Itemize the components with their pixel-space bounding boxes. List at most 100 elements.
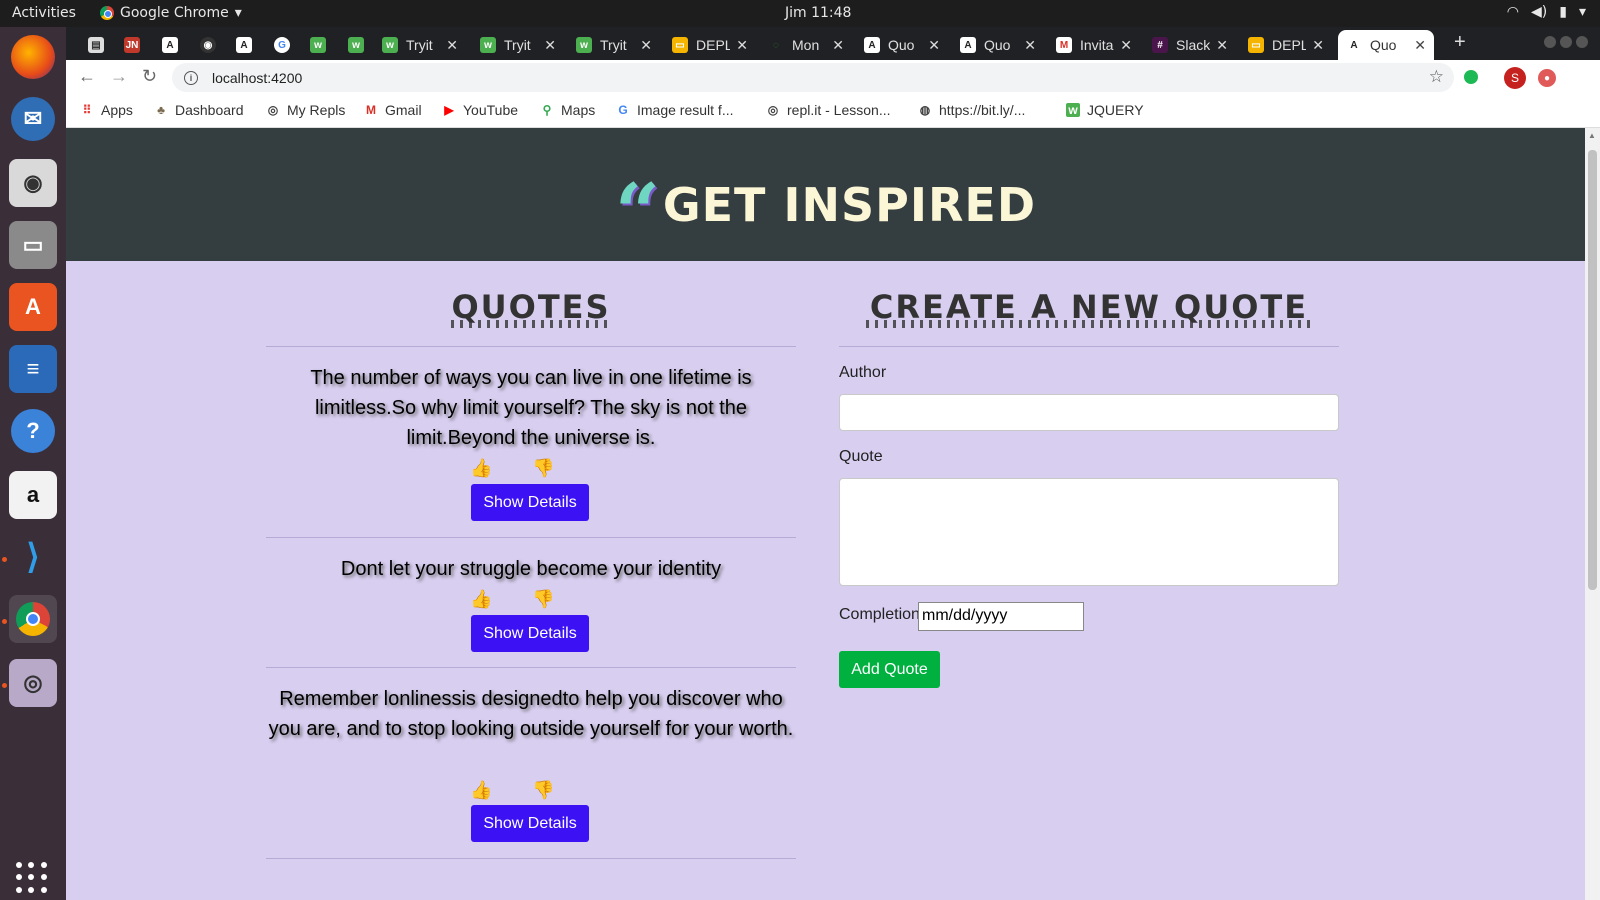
- chevron-down-icon: ▾: [1578, 4, 1586, 20]
- bookmark-dashboard[interactable]: ♣ Dashboard: [154, 102, 244, 118]
- chrome-dock-icon[interactable]: [9, 595, 57, 643]
- divider: [266, 537, 796, 538]
- thumbs-down-icon[interactable]: 👎: [532, 458, 554, 479]
- w3schools-icon: w: [480, 37, 496, 53]
- vscode-icon[interactable]: ⟩: [9, 533, 57, 581]
- google-icon: G: [618, 103, 628, 117]
- reload-icon[interactable]: ↻: [142, 66, 157, 87]
- amazon-icon[interactable]: a: [9, 471, 57, 519]
- close-icon[interactable]: ✕: [1312, 37, 1324, 54]
- tab-title: Quo: [1370, 37, 1397, 53]
- tab-active[interactable]: A Quo ✕: [1338, 30, 1434, 60]
- bookmark-jquery[interactable]: w JQUERY: [1066, 102, 1144, 118]
- thunderbird-icon[interactable]: ✉: [11, 97, 55, 141]
- scrollbar-thumb[interactable]: [1588, 150, 1597, 590]
- tab[interactable]: ▭ DEPL ✕: [1240, 30, 1332, 60]
- tab[interactable]: A: [154, 30, 184, 60]
- tab-title: Mon: [792, 37, 820, 53]
- minimize-icon[interactable]: [1544, 36, 1556, 48]
- tab[interactable]: w Tryit ✕: [568, 30, 660, 60]
- tab[interactable]: ◉: [192, 30, 222, 60]
- rhythmbox-icon[interactable]: ◉: [9, 159, 57, 207]
- angular-icon: A: [162, 37, 178, 53]
- author-input[interactable]: [839, 394, 1339, 431]
- tab[interactable]: w Tryit ✕: [374, 30, 466, 60]
- scroll-up-icon[interactable]: ▲: [1588, 131, 1596, 140]
- extension-icon[interactable]: ●: [1538, 69, 1556, 87]
- writer-icon[interactable]: ≡: [9, 345, 57, 393]
- system-tray[interactable]: ◠ ◀) ▮ ▾: [1507, 4, 1586, 20]
- show-details-button[interactable]: Show Details: [471, 805, 589, 842]
- close-icon[interactable]: ✕: [832, 37, 844, 54]
- quote-textarea[interactable]: [839, 478, 1339, 586]
- close-icon[interactable]: ✕: [544, 37, 556, 54]
- maximize-icon[interactable]: [1560, 36, 1572, 48]
- add-quote-button[interactable]: Add Quote: [839, 651, 940, 688]
- bookmark-label: repl.it - Lesson...: [787, 102, 891, 118]
- tab[interactable]: JN: [116, 30, 146, 60]
- tab[interactable]: w Tryit ✕: [472, 30, 564, 60]
- tab[interactable]: A: [228, 30, 258, 60]
- tab[interactable]: w: [302, 30, 332, 60]
- show-details-button[interactable]: Show Details: [471, 615, 589, 652]
- thumbs-up-icon[interactable]: 👍: [470, 458, 492, 479]
- clock[interactable]: Jim 11:48: [785, 5, 851, 21]
- github-icon: ◉: [200, 37, 216, 53]
- bookmark-gmail[interactable]: M Gmail: [364, 102, 422, 118]
- files-icon[interactable]: ▭: [9, 221, 57, 269]
- bookmark-youtube[interactable]: ▶ YouTube: [442, 102, 518, 118]
- tab[interactable]: ▤: [80, 30, 110, 60]
- tab[interactable]: M Invita ✕: [1048, 30, 1140, 60]
- tab[interactable]: ▭ DEPL ✕: [664, 30, 756, 60]
- software-center-icon[interactable]: A: [9, 283, 57, 331]
- close-icon[interactable]: ✕: [446, 37, 458, 54]
- thumbs-up-icon[interactable]: 👍: [470, 780, 492, 801]
- bookmark-maps[interactable]: ⚲ Maps: [540, 102, 596, 118]
- thumbs-down-icon[interactable]: 👎: [532, 589, 554, 610]
- back-icon[interactable]: ←: [78, 66, 96, 87]
- bookmark-label: Dashboard: [175, 102, 244, 118]
- show-details-button[interactable]: Show Details: [471, 484, 589, 521]
- activities-button[interactable]: Activities: [12, 5, 76, 21]
- tab[interactable]: ◌ Mon ✕: [760, 30, 852, 60]
- window-controls[interactable]: [1544, 36, 1588, 48]
- bookmark-star-icon[interactable]: ☆: [1429, 67, 1444, 87]
- jn-icon: JN: [124, 37, 140, 53]
- bookmark-apps[interactable]: ⠿ Apps: [80, 102, 133, 118]
- address-bar[interactable]: i localhost:4200 ☆: [172, 63, 1454, 92]
- new-tab-button[interactable]: +: [1454, 31, 1466, 54]
- quote-text: Dont let your struggle become your ident…: [340, 558, 722, 580]
- tab[interactable]: A Quo ✕: [856, 30, 948, 60]
- close-icon[interactable]: ✕: [736, 37, 748, 54]
- close-icon[interactable]: ✕: [928, 37, 940, 54]
- page-scrollbar[interactable]: ▲: [1585, 128, 1600, 900]
- tab[interactable]: # Slack ✕: [1144, 30, 1236, 60]
- help-icon[interactable]: ?: [11, 409, 55, 453]
- thumbs-down-icon[interactable]: 👎: [532, 780, 554, 801]
- tab[interactable]: A Quo ✕: [952, 30, 1044, 60]
- close-icon[interactable]: ✕: [1024, 37, 1036, 54]
- screenshot-tool-icon[interactable]: ◎: [9, 659, 57, 707]
- app-menu[interactable]: Google Chrome ▾: [100, 5, 242, 21]
- info-icon[interactable]: i: [184, 70, 198, 85]
- close-icon[interactable]: ✕: [1216, 37, 1228, 54]
- forward-icon[interactable]: →: [110, 66, 128, 87]
- close-icon[interactable]: ✕: [1414, 37, 1426, 54]
- bookmark-replit-lesson[interactable]: ◎ repl.it - Lesson...: [766, 102, 891, 118]
- thumbs-up-icon[interactable]: 👍: [470, 589, 492, 610]
- firefox-icon[interactable]: [11, 35, 55, 79]
- close-icon[interactable]: ✕: [1120, 37, 1132, 54]
- show-applications-icon[interactable]: [16, 862, 48, 894]
- bookmark-bitly[interactable]: ◍ https://bit.ly/...: [918, 102, 1026, 118]
- completion-date-input[interactable]: mm/dd/yyyy: [918, 602, 1084, 631]
- bookmark-image-result[interactable]: G Image result f...: [616, 102, 733, 118]
- tab[interactable]: w: [340, 30, 370, 60]
- tab-title: Tryit: [504, 37, 531, 53]
- extension-icon[interactable]: [1464, 70, 1478, 84]
- tab[interactable]: G: [266, 30, 296, 60]
- avatar[interactable]: S: [1504, 67, 1526, 89]
- close-icon[interactable]: ✕: [640, 37, 652, 54]
- close-window-icon[interactable]: [1576, 36, 1588, 48]
- bookmark-my-repls[interactable]: ◎ My Repls: [266, 102, 346, 118]
- divider: [266, 667, 796, 668]
